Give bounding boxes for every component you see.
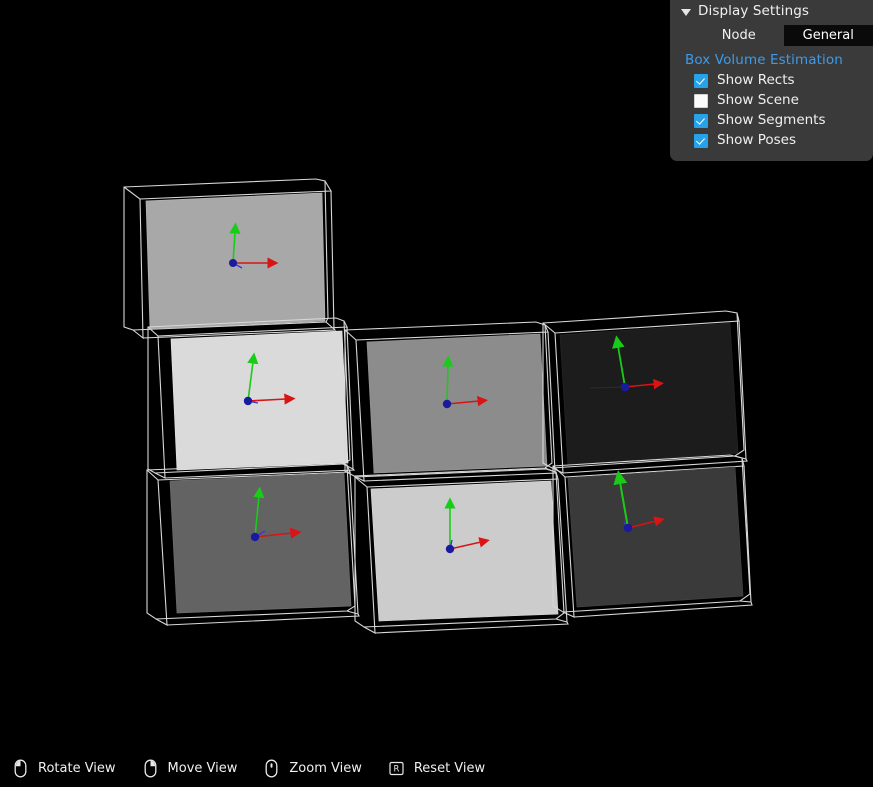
panel-title: Display Settings bbox=[698, 3, 810, 19]
display-settings-header[interactable]: Display Settings bbox=[670, 0, 873, 23]
triangle-down-icon[interactable] bbox=[681, 9, 691, 17]
help-item-reset-view: R Reset View bbox=[388, 759, 485, 778]
settings-tab-bar: Node General bbox=[670, 24, 873, 46]
box-group bbox=[123, 178, 753, 634]
option-show-rects[interactable]: Show Rects bbox=[670, 71, 873, 91]
mouse-left-button-icon bbox=[14, 759, 27, 778]
label-show-rects: Show Rects bbox=[717, 71, 795, 88]
option-show-scene[interactable]: Show Scene bbox=[670, 91, 873, 111]
keyboard-key-r-icon: R bbox=[389, 761, 404, 776]
section-header-box-volume-estimation: Box Volume Estimation bbox=[685, 51, 843, 68]
box-bottom-left[interactable] bbox=[146, 461, 360, 626]
view-controls-help-bar: Rotate View Move View Zoom View R Reset … bbox=[0, 750, 873, 787]
box-bottom-right[interactable] bbox=[552, 454, 753, 618]
help-label-move-view: Move View bbox=[167, 761, 238, 776]
help-label-reset-view: Reset View bbox=[413, 761, 486, 776]
mouse-scroll-wheel-icon bbox=[265, 759, 278, 778]
tab-general-label: General bbox=[802, 27, 854, 43]
checkbox-show-poses[interactable] bbox=[694, 133, 708, 148]
box-bottom-center[interactable] bbox=[354, 468, 569, 634]
help-label-rotate-view: Rotate View bbox=[38, 761, 116, 776]
tab-node-label: Node bbox=[721, 27, 756, 43]
label-show-scene: Show Scene bbox=[717, 91, 799, 108]
tab-general[interactable]: General bbox=[783, 24, 873, 46]
display-settings-panel: Display Settings Node General Box Volume… bbox=[670, 0, 873, 161]
checkbox-show-rects[interactable] bbox=[694, 73, 708, 88]
box-mid-right[interactable] bbox=[542, 310, 748, 474]
help-item-zoom-view: Zoom View bbox=[263, 759, 362, 778]
svg-text:R: R bbox=[393, 765, 399, 775]
tab-node[interactable]: Node bbox=[694, 25, 784, 46]
mouse-middle-button-icon bbox=[144, 759, 156, 778]
checkbox-show-scene[interactable] bbox=[694, 93, 708, 108]
help-label-zoom-view: Zoom View bbox=[289, 761, 362, 776]
box-top-left[interactable] bbox=[123, 178, 337, 340]
label-show-segments: Show Segments bbox=[717, 111, 826, 128]
box-mid-left[interactable] bbox=[147, 317, 356, 479]
option-show-segments[interactable]: Show Segments bbox=[670, 111, 873, 131]
help-item-rotate-view: Rotate View bbox=[12, 759, 116, 778]
box-mid-center[interactable] bbox=[344, 321, 558, 482]
help-item-move-view: Move View bbox=[142, 759, 238, 778]
label-show-poses: Show Poses bbox=[717, 131, 797, 148]
option-show-poses[interactable]: Show Poses bbox=[670, 131, 873, 151]
checkbox-show-segments[interactable] bbox=[694, 113, 708, 128]
